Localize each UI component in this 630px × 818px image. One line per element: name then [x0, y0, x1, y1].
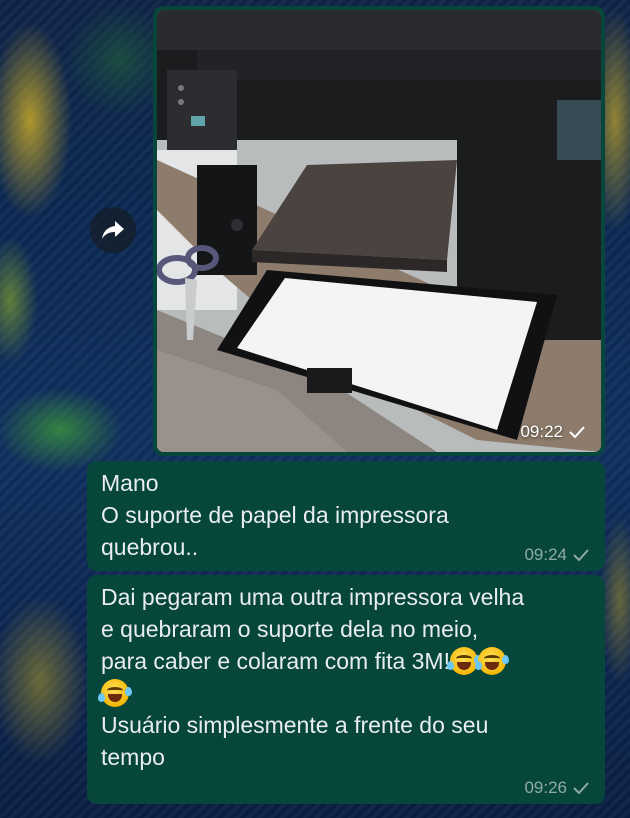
message-line: Usuário simplesmente a frente do seu: [101, 712, 489, 738]
forward-arrow-icon: [102, 221, 124, 239]
text-message-bubble[interactable]: Mano O suporte de papel da impressora qu…: [87, 461, 605, 571]
check-icon: [573, 549, 589, 561]
check-icon: [573, 782, 589, 794]
message-line: e quebraram o suporte dela no meio,: [101, 616, 479, 642]
message-time: 09:26: [524, 778, 567, 797]
laughing-emoji-icon: [98, 679, 132, 707]
message-time: 09:24: [524, 545, 567, 564]
message-meta: 09:26: [524, 778, 589, 798]
message-time: 09:22: [520, 422, 563, 441]
printer-photo-illustration: [157, 10, 601, 452]
laughing-emoji-icon: [474, 647, 509, 675]
message-text: Dai pegaram uma outra impressora velha e…: [87, 575, 605, 779]
forward-button[interactable]: [90, 207, 136, 253]
printer-photo[interactable]: 09:22: [157, 10, 601, 452]
laughing-emoji-icon: [446, 647, 481, 675]
image-message-bubble[interactable]: 09:22: [153, 6, 605, 456]
check-icon: [569, 426, 585, 438]
text-message-bubble[interactable]: Dai pegaram uma outra impressora velha e…: [87, 575, 605, 804]
message-line: Dai pegaram uma outra impressora velha: [101, 584, 525, 610]
message-meta: 09:22: [520, 422, 585, 442]
message-line: tempo: [101, 744, 165, 770]
message-line: para caber e colaram com fita 3M!: [101, 648, 450, 674]
message-meta: 09:24: [524, 545, 589, 565]
